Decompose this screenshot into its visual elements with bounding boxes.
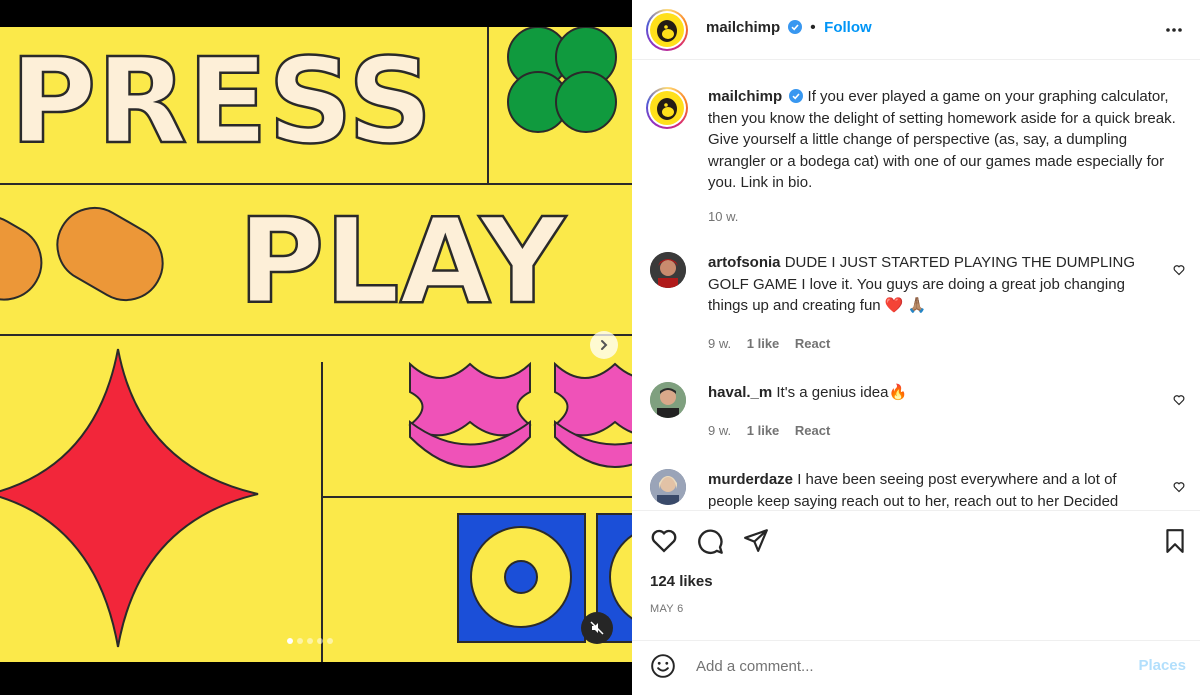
- orange-pills-shape: [0, 207, 164, 301]
- user-photo-icon: [650, 382, 686, 418]
- mute-button[interactable]: [581, 612, 613, 644]
- carousel-dot: [287, 638, 293, 644]
- separator-dot: •: [810, 19, 816, 36]
- likes-count[interactable]: 124 likes: [650, 573, 713, 590]
- red-star-shape: [0, 348, 259, 648]
- carousel-dot: [317, 638, 323, 644]
- comment-time: 9 w.: [708, 336, 732, 351]
- comments-list[interactable]: mailchimp If you ever played a game on y…: [632, 60, 1200, 510]
- post-date: MAY 6: [650, 603, 684, 615]
- user-photo-icon: [650, 252, 686, 288]
- verified-badge-icon: [787, 20, 802, 34]
- comment-username[interactable]: artofsonia: [708, 254, 781, 271]
- bookmark-icon[interactable]: [1162, 527, 1188, 555]
- heart-icon[interactable]: [650, 527, 678, 555]
- artwork-graphic: PRESS PLAY: [0, 27, 632, 662]
- share-icon[interactable]: [743, 527, 769, 553]
- like-comment-heart-icon[interactable]: [1173, 481, 1185, 493]
- author-avatar[interactable]: [646, 9, 688, 51]
- mailchimp-logo-icon: [657, 98, 677, 120]
- post-header: mailchimp • Follow: [632, 0, 1200, 60]
- comment-input[interactable]: [696, 655, 1116, 677]
- react-button[interactable]: React: [795, 423, 830, 438]
- comment-text: It's a genius idea🔥: [776, 384, 908, 401]
- comment-icon[interactable]: [696, 527, 724, 555]
- pink-crown-shapes: [408, 361, 632, 468]
- comment-body: artofsonia DUDE I JUST STARTED PLAYING T…: [708, 252, 1148, 317]
- carousel-indicator: [287, 638, 333, 644]
- comment-body: murderdaze I have been seeing post every…: [708, 469, 1148, 510]
- comment-time: 9 w.: [708, 423, 732, 438]
- add-comment-bar: Places: [632, 640, 1200, 695]
- like-comment-heart-icon[interactable]: [1173, 394, 1185, 406]
- comment-likes[interactable]: 1 like: [747, 423, 780, 438]
- chevron-right-icon: [601, 340, 608, 350]
- user-photo-icon: [650, 469, 686, 505]
- caption-time: 10 w.: [708, 209, 739, 224]
- caption-avatar[interactable]: [646, 87, 688, 129]
- comment-meta: 9 w. 1 like React: [708, 423, 830, 438]
- carousel-dot: [327, 638, 333, 644]
- carousel-dot: [297, 638, 303, 644]
- ellipsis-icon[interactable]: [1164, 20, 1184, 40]
- play-letters: PLAY: [238, 192, 567, 330]
- post-media: PRESS PLAY: [0, 0, 632, 695]
- caption-username[interactable]: mailchimp: [708, 88, 782, 105]
- smiley-icon[interactable]: [650, 653, 676, 679]
- commenter-avatar[interactable]: [650, 252, 686, 288]
- comment-likes[interactable]: 1 like: [747, 336, 780, 351]
- speaker-muted-icon: [590, 621, 604, 635]
- commenter-avatar[interactable]: [650, 469, 686, 505]
- caption-body: mailchimp If you ever played a game on y…: [708, 86, 1178, 194]
- follow-button[interactable]: Follow: [824, 19, 872, 36]
- mailchimp-logo-icon: [657, 20, 677, 42]
- next-slide-button[interactable]: [590, 331, 618, 359]
- commenter-avatar[interactable]: [650, 382, 686, 418]
- author-username[interactable]: mailchimp: [706, 19, 780, 36]
- green-clover-shape: [507, 27, 617, 133]
- comment-username[interactable]: haval._m: [708, 384, 772, 401]
- carousel-dot: [307, 638, 313, 644]
- comment-body: haval._m It's a genius idea🔥: [708, 382, 1148, 404]
- react-button[interactable]: React: [795, 336, 830, 351]
- comment-meta: 9 w. 1 like React: [708, 336, 830, 351]
- comment-emoji: ❤️ 🙏🏽: [884, 297, 927, 314]
- post-details-panel: mailchimp • Follow mailchimp If you ever…: [632, 0, 1200, 695]
- press-play-artwork: PRESS PLAY: [0, 27, 632, 662]
- post-comment-button[interactable]: Places: [1138, 657, 1186, 674]
- post-actions: 124 likes MAY 6: [632, 510, 1200, 650]
- press-letters: PRESS: [10, 32, 433, 170]
- like-comment-heart-icon[interactable]: [1173, 264, 1185, 276]
- verified-badge-icon: [789, 89, 804, 103]
- comment-username[interactable]: murderdaze: [708, 471, 793, 488]
